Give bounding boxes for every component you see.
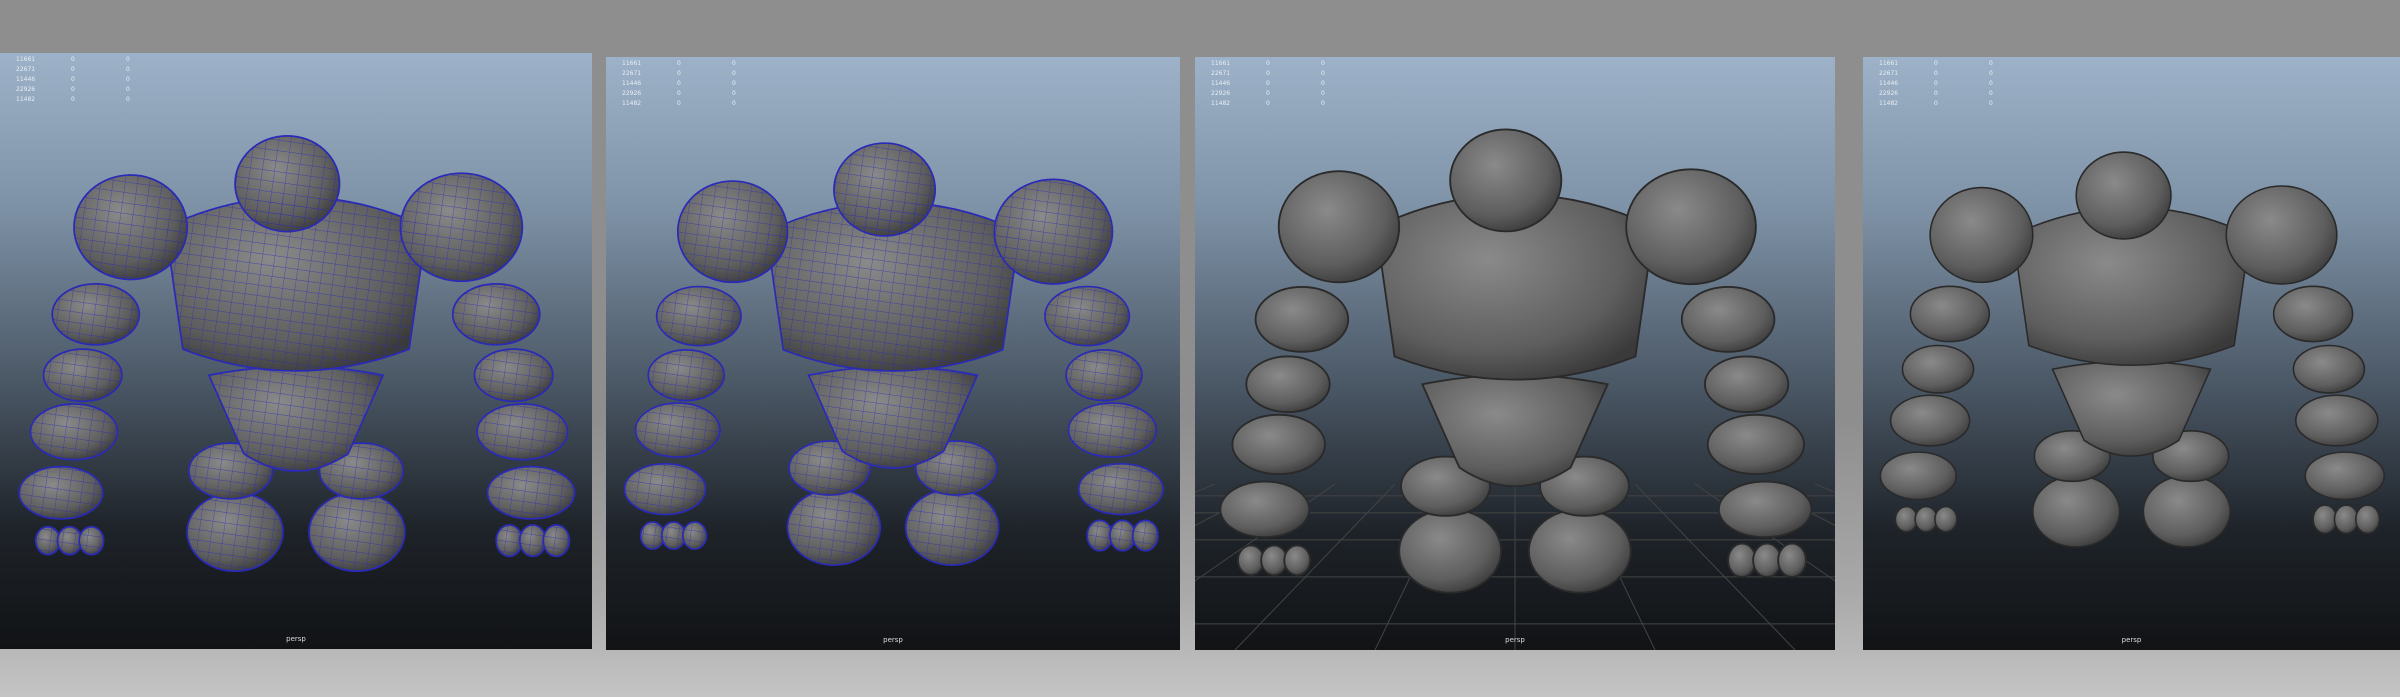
viewport-wireframe-front[interactable]: 11661 0 0 22671 0 0 11446 0 0 22926 0 0 11482 0 0 pers… [0, 53, 592, 649]
golem-model [18, 134, 576, 572]
golem-model [623, 142, 1164, 566]
camera-label: persp [1505, 636, 1525, 644]
camera-label: persp [286, 635, 306, 643]
golem-model [1879, 151, 2385, 548]
camera-label: persp [2121, 636, 2142, 644]
viewport-shaded-back[interactable]: 11661 0 0 22671 0 0 11446 0 0 22926 0 0 11482 0 0 pers… [1863, 57, 2400, 650]
viewport-shaded-front[interactable]: 11661 0 0 22671 0 0 11446 0 0 22926 0 0 11482 0 0 pers… [1195, 57, 1835, 650]
camera-label: persp [883, 636, 903, 644]
viewport-wireframe-back[interactable]: 11661 0 0 22671 0 0 11446 0 0 22926 0 0 11482 0 0 pers… [606, 57, 1180, 650]
golem-model [1195, 128, 1835, 650]
